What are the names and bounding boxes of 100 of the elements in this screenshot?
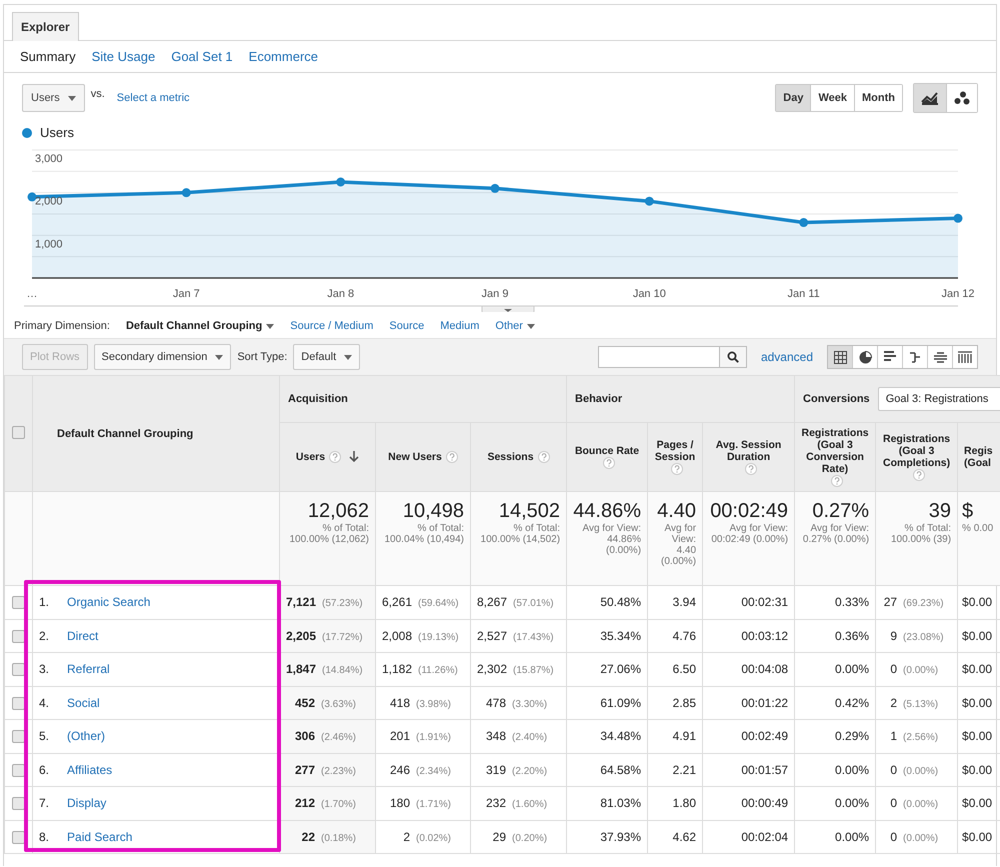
- table-cell: 0.00%: [835, 662, 870, 676]
- select-all-checkbox[interactable]: [12, 426, 25, 439]
- chart-collapse-handle[interactable]: [482, 306, 534, 312]
- table-cell: 2.21: [672, 762, 696, 777]
- column-header[interactable]: Bounce Rate: [574, 444, 640, 457]
- channel-link[interactable]: (Other): [67, 729, 106, 744]
- y-axis-label: 2,000: [35, 196, 63, 208]
- search-field[interactable]: [598, 346, 747, 368]
- table-cell: 2.85: [672, 696, 696, 710]
- table-cell: $0.00: [962, 595, 992, 610]
- dimension-link[interactable]: Other: [495, 320, 535, 332]
- row-number: 7.: [39, 796, 50, 810]
- group-header: Conversions: [803, 393, 870, 405]
- pivot-icon: [934, 351, 946, 363]
- row-checkbox[interactable]: [12, 663, 25, 676]
- table-cell: 27: [884, 595, 898, 610]
- help-icon[interactable]: [744, 463, 757, 476]
- chart-type-button[interactable]: [946, 84, 977, 112]
- period-button[interactable]: Day: [776, 85, 810, 111]
- help-icon[interactable]: [912, 469, 925, 482]
- channel-link[interactable]: Affiliates: [67, 762, 112, 777]
- percent-share: (3.30%): [512, 698, 548, 710]
- dimension-link[interactable]: Medium: [440, 320, 480, 332]
- table-cell: 00:01:57: [741, 762, 788, 777]
- goal-dropdown[interactable]: Goal 3: Registrations: [878, 387, 1000, 411]
- table-cell: 37.93%: [600, 830, 642, 844]
- channel-link[interactable]: Display: [67, 796, 106, 810]
- dimension-link[interactable]: Default Channel Grouping: [126, 320, 274, 332]
- sort-type-dropdown[interactable]: Default: [293, 344, 360, 370]
- help-icon[interactable]: [538, 451, 550, 464]
- data-point[interactable]: [799, 218, 808, 228]
- report-tab[interactable]: Site Usage: [92, 49, 156, 64]
- data-point[interactable]: [336, 178, 346, 186]
- channel-link[interactable]: Organic Search: [67, 595, 150, 610]
- dimension-link[interactable]: Source: [389, 320, 424, 332]
- column-header[interactable]: Sessions: [487, 450, 534, 463]
- legend-label: Users: [40, 125, 74, 140]
- metric-dropdown[interactable]: Users: [22, 84, 85, 112]
- report-tab[interactable]: Summary: [20, 49, 76, 64]
- percent-share: (15.87%): [513, 665, 555, 676]
- help-icon[interactable]: [446, 451, 458, 464]
- table-cell: 0.00%: [835, 796, 870, 810]
- table-cell: 6.50: [672, 662, 696, 676]
- channel-link[interactable]: Referral: [67, 662, 110, 676]
- row-checkbox[interactable]: [12, 730, 25, 744]
- help-icon[interactable]: [603, 457, 616, 470]
- data-point[interactable]: [182, 188, 191, 198]
- column-header[interactable]: New Users: [388, 450, 442, 463]
- percent-share: (3.63%): [321, 698, 358, 710]
- channel-link[interactable]: Social: [67, 696, 100, 710]
- column-header[interactable]: Users: [296, 450, 326, 463]
- data-point[interactable]: [490, 184, 500, 193]
- total-note: Avg for View: 44.86% (0.00%): [581, 523, 642, 556]
- view-button[interactable]: [828, 346, 852, 368]
- row-checkbox[interactable]: [12, 630, 25, 643]
- x-axis-label: Jan 12: [941, 288, 975, 300]
- percent-share: (3.98%): [416, 698, 452, 710]
- table-cell: 2,008: [382, 628, 412, 643]
- row-number: 2.: [39, 628, 50, 643]
- sort-arrow-icon[interactable]: [349, 451, 360, 464]
- row-checkbox[interactable]: [12, 696, 25, 710]
- help-icon[interactable]: [329, 451, 342, 464]
- table-cell: 0: [890, 662, 898, 676]
- chart-type-button[interactable]: [914, 84, 946, 112]
- row-checkbox[interactable]: [12, 596, 25, 610]
- report-tab[interactable]: Goal Set 1: [171, 49, 233, 64]
- table-cell: $0.00: [962, 662, 992, 676]
- total-value: $: [962, 500, 974, 523]
- table-cell: 9: [890, 628, 898, 643]
- dimension-link[interactable]: Source / Medium: [290, 320, 374, 332]
- comparison-icon: [909, 350, 921, 364]
- report-tab[interactable]: Ecommerce: [248, 49, 318, 64]
- channel-link[interactable]: Paid Search: [67, 830, 132, 844]
- select-metric-link[interactable]: Select a metric: [116, 92, 190, 104]
- data-point[interactable]: [954, 214, 962, 223]
- table-cell: 180: [390, 796, 410, 810]
- advanced-link[interactable]: advanced: [760, 350, 813, 364]
- row-checkbox[interactable]: [12, 830, 25, 844]
- total-value: 12,062: [306, 500, 369, 523]
- row-checkbox[interactable]: [12, 764, 25, 777]
- row-number: 5.: [39, 729, 50, 744]
- group-header: Acquisition: [288, 393, 348, 405]
- data-point[interactable]: [644, 196, 654, 206]
- secondary-dimension-dropdown[interactable]: Secondary dimension: [94, 344, 232, 370]
- row-checkbox[interactable]: [12, 797, 25, 810]
- row-number: 4.: [39, 696, 50, 710]
- explorer-tab[interactable]: Explorer: [12, 12, 79, 41]
- period-button[interactable]: Month: [854, 85, 902, 111]
- column-header[interactable]: Default Channel Grouping: [57, 428, 194, 440]
- channel-link[interactable]: Direct: [67, 628, 98, 643]
- percent-share: (2.34%): [416, 766, 452, 777]
- help-icon[interactable]: [671, 463, 684, 476]
- data-point[interactable]: [28, 192, 36, 202]
- help-icon[interactable]: [831, 475, 844, 488]
- table-cell: 2,205: [286, 628, 316, 643]
- columns-icon: [958, 351, 972, 363]
- percent-share: (69.23%): [903, 598, 945, 610]
- total-value: 4.40: [656, 500, 696, 523]
- group-header: Behavior: [575, 393, 622, 405]
- search-icon[interactable]: [726, 351, 739, 363]
